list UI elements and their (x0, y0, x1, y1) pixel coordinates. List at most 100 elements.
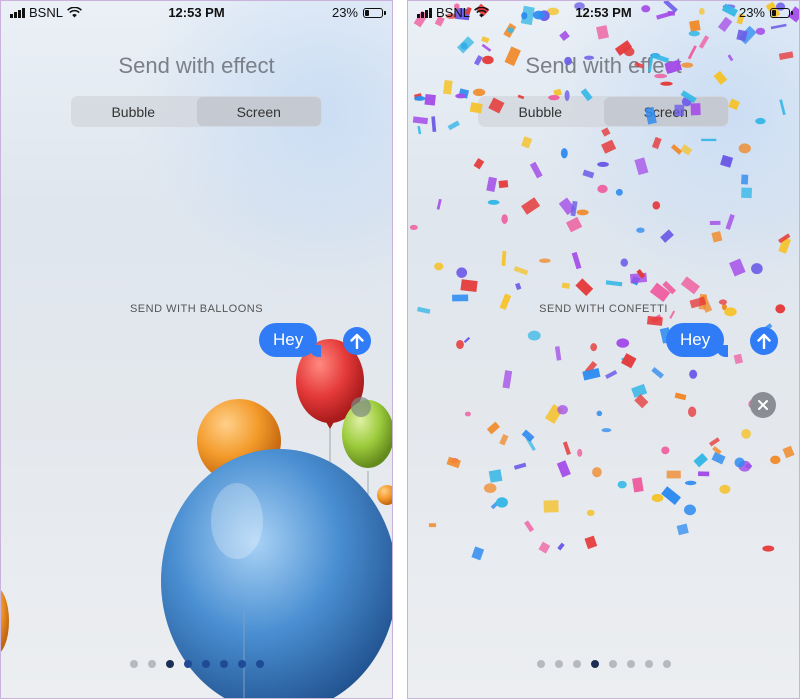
confetti-piece (562, 441, 571, 456)
confetti-piece (513, 462, 527, 470)
tab-screen[interactable]: Screen (196, 97, 321, 126)
page-dot[interactable] (201, 660, 210, 668)
confetti-piece (499, 433, 509, 446)
confetti-piece (666, 470, 681, 479)
confetti-piece (592, 467, 602, 478)
confetti-piece (521, 429, 535, 442)
confetti-piece (632, 477, 644, 493)
confetti-piece (481, 43, 492, 52)
tab-bubble[interactable]: Bubble (478, 96, 603, 127)
page-dot[interactable] (590, 660, 599, 668)
page-dot[interactable] (572, 660, 581, 668)
confetti-piece (424, 93, 436, 106)
confetti-piece (575, 278, 594, 297)
confetti-piece (698, 471, 710, 477)
confetti-piece (486, 176, 497, 192)
page-dot[interactable] (608, 660, 617, 668)
confetti-piece (513, 265, 529, 276)
confetti-piece (521, 197, 541, 215)
confetti-piece (527, 330, 541, 341)
confetti-piece (502, 370, 513, 389)
balloon-orange-edge (1, 590, 9, 652)
confetti-piece (473, 158, 485, 170)
balloon-orange (197, 399, 281, 483)
balloons-screen: BSNL 12:53 PM 23% Send with effect Bubbl… (0, 0, 393, 699)
confetti-piece (498, 180, 509, 189)
page-dot[interactable] (219, 660, 228, 668)
close-icon (758, 400, 768, 410)
confetti-piece (586, 509, 595, 517)
confetti-piece (428, 523, 437, 528)
page-dot[interactable] (147, 660, 156, 668)
confetti-piece (584, 535, 598, 550)
confetti-piece (741, 428, 751, 439)
dismiss-button[interactable] (750, 392, 776, 418)
background-glow (132, 1, 392, 301)
confetti-piece (661, 486, 681, 505)
confetti-piece (471, 546, 485, 561)
confetti-piece (561, 282, 570, 289)
confetti-piece (417, 125, 422, 135)
tab-bubble[interactable]: Bubble (71, 96, 196, 127)
page-title: Send with effect (525, 53, 682, 78)
page-dot[interactable] (536, 660, 545, 668)
confetti-piece (538, 258, 551, 263)
page-dot[interactable] (662, 660, 671, 668)
confetti-piece (674, 392, 687, 401)
confetti-piece (744, 464, 753, 469)
confetti-piece (676, 523, 689, 536)
confetti-piece (571, 251, 582, 270)
confetti-piece (409, 224, 418, 230)
page-dot[interactable] (644, 660, 653, 668)
confetti-piece (434, 262, 444, 271)
confetti-piece (507, 27, 515, 34)
balloon-orange-small (377, 485, 392, 505)
confetti-piece (456, 267, 468, 278)
battery-percent: 23% (331, 5, 358, 20)
confetti-piece (436, 198, 442, 210)
confetti-piece (590, 343, 598, 352)
confetti-piece (456, 36, 475, 54)
confetti-piece (582, 368, 601, 381)
confetti-piece (501, 250, 507, 266)
confetti-piece (543, 500, 559, 513)
confetti-piece (456, 339, 464, 350)
confetti-piece (538, 541, 551, 554)
confetti-piece (464, 411, 471, 417)
confetti-piece (544, 404, 563, 424)
effect-label: SEND WITH BALLOONS (129, 303, 264, 315)
page-dot[interactable] (165, 660, 174, 668)
tab-screen[interactable]: Screen (603, 97, 728, 126)
confetti-piece (443, 80, 453, 95)
confetti-piece (496, 497, 508, 508)
page-dot[interactable] (129, 660, 138, 668)
status-bar: BSNL 12:53 PM 23% (408, 1, 799, 23)
confetti-piece (709, 437, 720, 447)
confetti-piece (447, 120, 460, 131)
confetti-piece (617, 480, 627, 489)
send-arrow-icon (757, 333, 771, 349)
confetti-piece (481, 36, 490, 44)
battery-icon (363, 7, 386, 18)
confetti-piece (651, 367, 664, 379)
send-button[interactable] (750, 327, 778, 355)
confetti-piece (455, 93, 467, 99)
confetti-piece (616, 338, 630, 348)
confetti-piece (719, 484, 731, 494)
confetti-piece (584, 361, 598, 375)
effect-label: SEND WITH CONFETTI (539, 303, 668, 315)
page-dot[interactable] (237, 660, 246, 668)
page-dot[interactable] (183, 660, 192, 668)
page-dot[interactable] (554, 660, 563, 668)
page-dot[interactable] (626, 660, 635, 668)
confetti-piece (515, 282, 522, 291)
confetti-piece (529, 161, 543, 179)
send-button[interactable] (343, 327, 371, 355)
page-dot[interactable] (255, 660, 264, 668)
confetti-piece (413, 93, 423, 101)
confetti-piece (631, 383, 648, 398)
balloon-green (342, 397, 392, 521)
confetti-piece (770, 455, 781, 465)
send-arrow-icon (350, 333, 364, 349)
confetti-piece (486, 421, 501, 435)
